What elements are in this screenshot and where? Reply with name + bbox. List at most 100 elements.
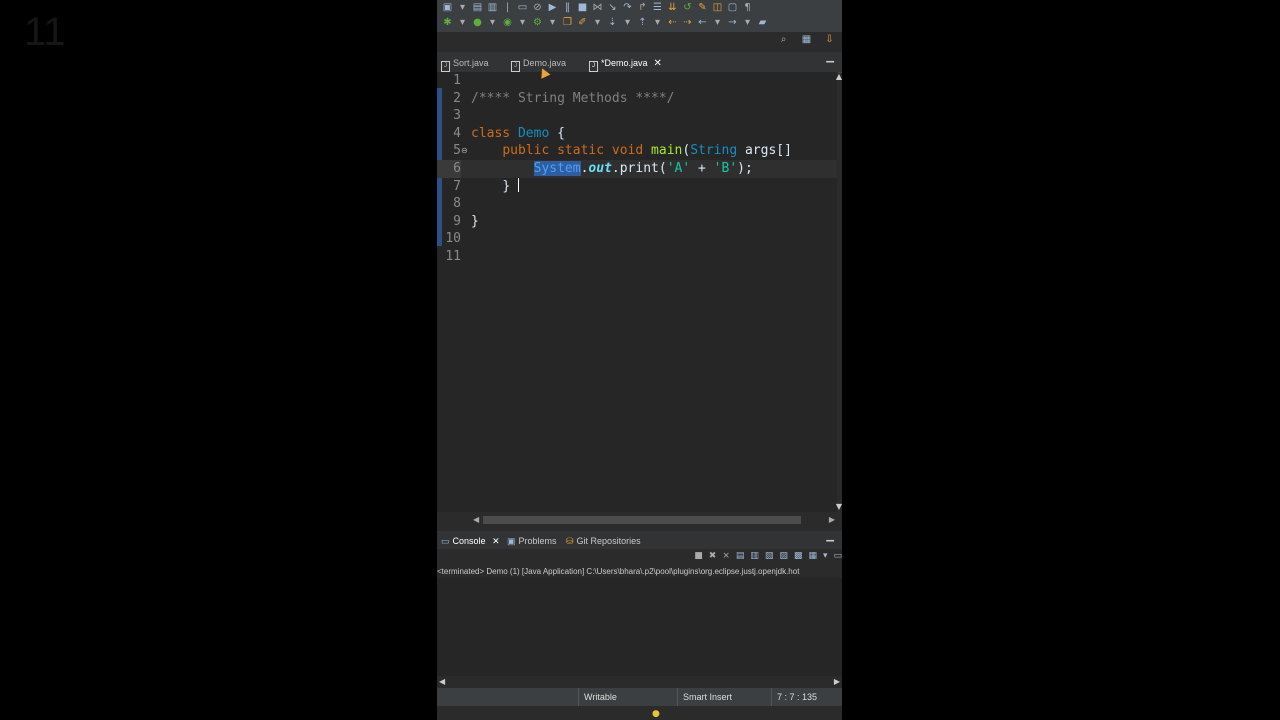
annotation-icon[interactable]: ⇣ (606, 17, 619, 29)
lightbulb-icon[interactable]: ● (652, 709, 660, 719)
code-text: System.out.print('A' + 'B'); (471, 160, 753, 178)
remove-launch-icon[interactable]: ✖ (709, 551, 717, 561)
console-output[interactable] (437, 578, 842, 676)
brush-icon[interactable]: ✐ (576, 17, 589, 29)
code-line: 11 (437, 248, 837, 266)
view-menu-icon[interactable]: ▾ (823, 551, 828, 561)
resume-icon[interactable]: ▶ (546, 2, 559, 14)
code-text: } (471, 213, 479, 231)
step-over-icon[interactable]: ↷ (621, 2, 634, 14)
save-icon[interactable]: ▤ (471, 2, 484, 14)
dropdown-icon[interactable]: ▾ (456, 2, 469, 14)
terminal-icon[interactable]: ▭ (516, 2, 529, 14)
terminate-icon[interactable]: ■ (576, 2, 589, 14)
status-cursor-position[interactable]: 7 : 7 : 135 (777, 691, 817, 703)
back-icon[interactable]: ← (696, 17, 709, 29)
external-tools-icon[interactable]: ⚙ (531, 17, 544, 29)
status-separator (578, 688, 579, 706)
perspective-icon[interactable]: ▦ (800, 34, 813, 46)
console-header: <terminated> Demo (1) [Java Application]… (437, 567, 800, 576)
horizontal-scrollbar[interactable]: ◀ ▶ (471, 514, 837, 526)
dropdown-icon[interactable]: ▾ (546, 17, 559, 29)
prev-annotation-icon[interactable]: ⇡ (636, 17, 649, 29)
word-wrap-icon[interactable]: ▧ (765, 551, 774, 561)
dropdown-icon[interactable]: ▾ (591, 17, 604, 29)
scroll-right-icon[interactable]: ▶ (834, 677, 840, 686)
fold-marker-icon[interactable]: ⊖ (461, 146, 468, 155)
scroll-left-icon[interactable]: ◀ (439, 677, 445, 686)
refresh-icon[interactable]: ↺ (681, 2, 694, 14)
save-all-icon[interactable]: ▥ (486, 2, 499, 14)
dropdown-icon[interactable]: ▾ (516, 17, 529, 29)
scroll-down-icon[interactable]: ▼ (836, 502, 842, 511)
coverage-icon[interactable]: ◉ (501, 17, 514, 29)
dropdown-icon[interactable]: ▾ (651, 17, 664, 29)
back-edit-icon[interactable]: ⇠ (666, 17, 679, 29)
pin-console-icon[interactable]: ▨ (779, 551, 788, 561)
run-icon[interactable]: ● (471, 17, 484, 29)
line-number: 7 (453, 178, 461, 194)
tab-demo-java[interactable]: J Demo.java (511, 55, 566, 72)
tab-problems[interactable]: ▣ Problems (507, 533, 557, 549)
class-name-token: Demo (517, 125, 550, 141)
step-into-icon[interactable]: ↘ (606, 2, 619, 14)
suspend-icon[interactable]: ‖ (561, 2, 574, 14)
filter-icon[interactable]: ⇊ (666, 2, 679, 14)
disconnect-icon[interactable]: ⋈ (591, 2, 604, 14)
eclipse-window: ▣ ▾ ▤ ▥ | ▭ ⊘ ▶ ‖ ■ ⋈ ↘ ↷ ↱ ☰ ⇊ ↺ ✎ ◫ ▢ … (437, 0, 842, 720)
scroll-left-icon[interactable]: ◀ (473, 514, 479, 526)
new-console-icon[interactable]: ▭ (833, 551, 842, 561)
tab-sort-java[interactable]: J Sort.java (441, 55, 489, 72)
remove-all-icon[interactable]: ⨯ (722, 551, 730, 561)
console-scrollbar[interactable]: ◀ ▶ (437, 677, 842, 687)
line-number: 10 (445, 231, 461, 247)
dropdown-icon[interactable]: ▾ (621, 17, 634, 29)
close-icon[interactable]: ✕ (654, 58, 662, 69)
dropdown-icon[interactable]: ▾ (486, 17, 499, 29)
dropdown-icon[interactable]: ▾ (741, 17, 754, 29)
dropdown-icon[interactable]: ▾ (456, 17, 469, 29)
scroll-lock-icon[interactable]: ▥ (750, 551, 759, 561)
scrollbar-thumb[interactable] (483, 516, 801, 524)
clear-console-icon[interactable]: ▤ (736, 551, 745, 561)
console-icon[interactable]: ☰ (651, 2, 664, 14)
pilcrow-icon[interactable]: ¶ (741, 2, 754, 14)
code-text: class Demo { (471, 125, 565, 143)
minimize-icon[interactable]: ▁ (826, 531, 834, 542)
tab-demo-java-modified[interactable]: J *Demo.java ✕ (589, 55, 662, 72)
keyword-token: class (471, 125, 511, 141)
java-file-icon: J (511, 61, 520, 72)
code-editor[interactable]: 1 2 /**** String Methods ****/ 3 4 class… (437, 72, 837, 512)
dropdown-icon[interactable]: ▾ (711, 17, 724, 29)
java-perspective-icon[interactable]: ⇩ (823, 34, 836, 46)
forward-edit-icon[interactable]: ⇢ (681, 17, 694, 29)
search-icon[interactable]: ⌕ (777, 34, 790, 46)
terminate-icon[interactable]: ■ (694, 551, 703, 561)
status-separator (771, 688, 772, 706)
debug-icon[interactable]: ✱ (441, 17, 454, 29)
open-console-icon[interactable]: ▦ (808, 551, 817, 561)
tab-label: Console (452, 536, 486, 546)
new-icon[interactable]: ▣ (441, 2, 454, 14)
code-line: 5 ⊖ public static void main(String args[… (437, 142, 837, 160)
scroll-right-icon[interactable]: ▶ (829, 514, 835, 526)
tab-console[interactable]: ▭ Console ✕ (441, 533, 500, 549)
pin-icon[interactable]: ▰ (756, 17, 769, 29)
tab-label: Problems (518, 536, 557, 546)
char-literal-token: 'B' (713, 161, 738, 176)
close-icon[interactable]: ✕ (492, 536, 500, 546)
scroll-up-icon[interactable]: ▲ (836, 72, 842, 81)
task-icon[interactable]: ▢ (726, 2, 739, 14)
open-folder-icon[interactable]: ❐ (561, 17, 574, 29)
open-type-icon[interactable]: ◫ (711, 2, 724, 14)
tab-git-repositories[interactable]: ⛁ Git Repositories (566, 533, 641, 549)
edit-icon[interactable]: ✎ (696, 2, 709, 14)
status-separator (677, 688, 678, 706)
skip-icon[interactable]: ⊘ (531, 2, 544, 14)
status-insert-mode[interactable]: Smart Insert (683, 691, 732, 703)
step-return-icon[interactable]: ↱ (636, 2, 649, 14)
display-console-icon[interactable]: ▩ (794, 551, 803, 561)
minimize-icon[interactable]: ▁ (826, 52, 834, 63)
toolbar-row-1: ▣ ▾ ▤ ▥ | ▭ ⊘ ▶ ‖ ■ ⋈ ↘ ↷ ↱ ☰ ⇊ ↺ ✎ ◫ ▢ … (441, 1, 754, 15)
forward-icon[interactable]: → (726, 17, 739, 29)
